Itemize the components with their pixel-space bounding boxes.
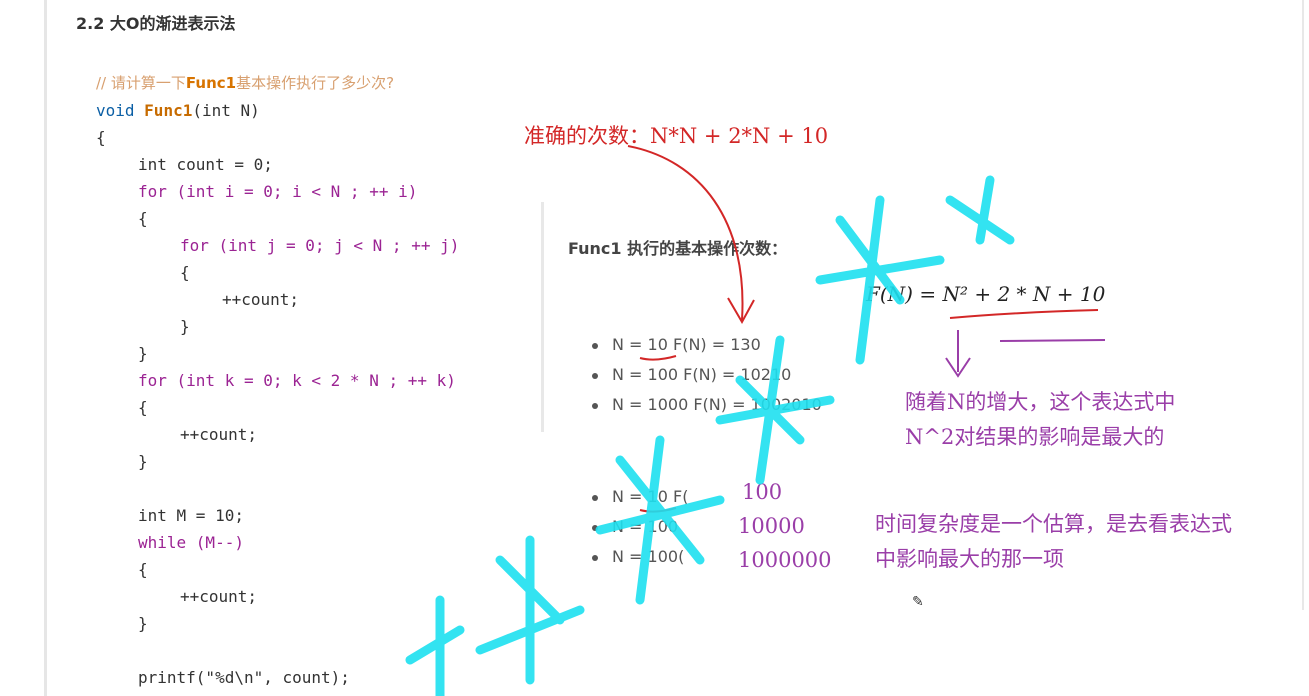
red-arrowhead — [727, 297, 755, 325]
red-arrow-curve — [627, 145, 744, 321]
ink-annotations — [405, 145, 1106, 696]
red-underline — [639, 355, 677, 361]
purple-line — [999, 339, 1106, 342]
watermark — [405, 175, 1015, 696]
red-formula-underline — [949, 309, 1099, 319]
